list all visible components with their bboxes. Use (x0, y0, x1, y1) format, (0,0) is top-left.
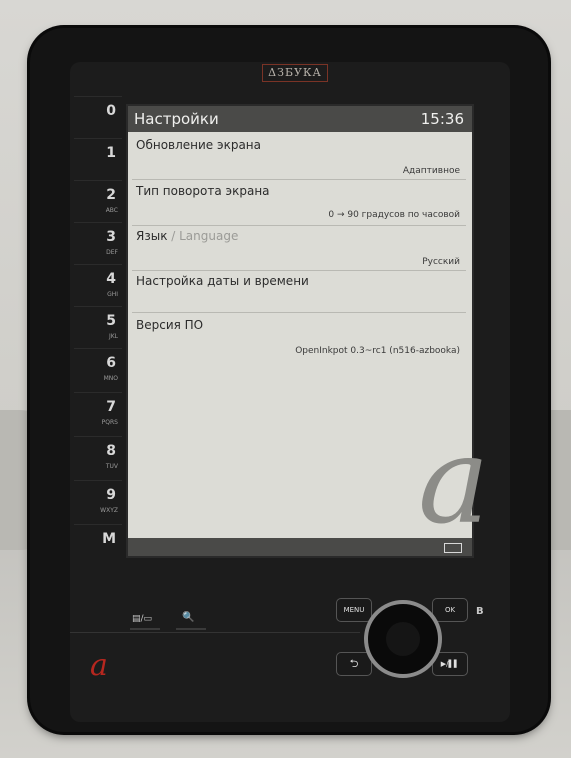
clock: 15:36 (420, 110, 464, 128)
panel-groove (70, 632, 360, 633)
key-8[interactable]: 8 TUV (74, 436, 122, 481)
ok-button[interactable]: OK (432, 598, 468, 622)
navigation-joystick[interactable] (364, 600, 442, 678)
key-m[interactable]: M (74, 524, 122, 569)
menu-item-label: Настройка даты и времени (136, 274, 309, 288)
key-3-label: 3 (106, 229, 116, 245)
battery-icon (444, 543, 462, 553)
ok-side-label: B (476, 606, 484, 617)
menu-item-rotation-type[interactable]: Тип поворота экрана 0 → 90 градусов по ч… (128, 182, 472, 224)
key-4-letters: GHI (107, 291, 118, 298)
language-label-en: / Language (167, 229, 239, 243)
status-bar (128, 538, 472, 556)
zoom-button[interactable] (176, 628, 206, 630)
page-title: Настройки (134, 110, 219, 128)
brand-red-logo-icon: a (90, 648, 108, 683)
key-9[interactable]: 9 WXYZ (74, 480, 122, 525)
brand-logo: ΔЗБУКА (262, 64, 328, 82)
key-5[interactable]: 5 JKL (74, 306, 122, 351)
menu-item-label: Язык / Language (136, 229, 238, 243)
key-6-label: 6 (106, 355, 116, 371)
menu-item-value: 0 → 90 градусов по часовой (328, 210, 460, 220)
key-9-letters: WXYZ (100, 507, 118, 514)
menu-item-label: Обновление экрана (136, 138, 262, 152)
key-2-letters: ABC (105, 207, 118, 214)
back-button[interactable]: ⮌ (336, 652, 372, 676)
key-4[interactable]: 4 GHI (74, 264, 122, 309)
menu-item-date-time[interactable]: Настройка даты и времени (128, 272, 472, 312)
eink-screen: Настройки 15:36 Обновление экрана Адапти… (126, 104, 490, 558)
key-2[interactable]: 2 ABC (74, 180, 122, 225)
key-3-letters: DEF (106, 249, 118, 256)
number-key-strip: 0 1 2 ABC 3 DEF 4 GHI 5 JKL 6 MNO 7 PQRS 8 TUV … (74, 96, 122, 566)
divider (132, 312, 466, 313)
menu-item-value: Русский (422, 257, 460, 267)
zoom-icon: 🔍 (182, 612, 195, 623)
key-8-letters: TUV (105, 463, 118, 470)
key-6-letters: MNO (103, 375, 118, 382)
joystick-center[interactable] (386, 622, 420, 656)
menu-item-label: Тип поворота экрана (136, 184, 270, 198)
key-8-label: 8 (106, 443, 116, 459)
key-7[interactable]: 7 PQRS (74, 392, 122, 437)
key-0[interactable]: 0 (74, 96, 122, 141)
key-3[interactable]: 3 DEF (74, 222, 122, 267)
page-toggle-icon: ▤/▭ (132, 614, 153, 624)
menu-item-language[interactable]: Язык / Language Русский (128, 227, 472, 269)
key-6[interactable]: 6 MNO (74, 348, 122, 393)
key-5-letters: JKL (108, 333, 118, 340)
key-7-letters: PQRS (101, 419, 118, 426)
key-4-label: 4 (106, 271, 116, 287)
key-9-label: 9 (106, 487, 116, 503)
menu-button[interactable]: MENU (336, 598, 372, 622)
menu-item-value: Адаптивное (402, 166, 460, 176)
key-1-label: 1 (106, 145, 116, 161)
divider (132, 270, 466, 271)
watermark-logo: a (418, 412, 490, 551)
divider (132, 179, 466, 180)
title-bar: Настройки 15:36 (128, 106, 472, 132)
language-label-ru: Язык (136, 229, 168, 243)
page-toggle-button[interactable] (130, 628, 160, 630)
key-0-label: 0 (106, 103, 116, 119)
key-7-label: 7 (106, 399, 116, 415)
key-m-label: M (102, 531, 116, 547)
key-1[interactable]: 1 (74, 138, 122, 183)
key-2-label: 2 (106, 187, 116, 203)
menu-item-value: OpenInkpot 0.3~rc1 (n516-azbooka) (295, 346, 460, 356)
divider (132, 225, 466, 226)
menu-item-screen-refresh[interactable]: Обновление экрана Адаптивное (128, 136, 472, 178)
menu-item-software-version[interactable]: Версия ПО OpenInkpot 0.3~rc1 (n516-azboo… (128, 316, 472, 358)
menu-item-label: Версия ПО (136, 318, 204, 332)
key-5-label: 5 (106, 313, 116, 329)
